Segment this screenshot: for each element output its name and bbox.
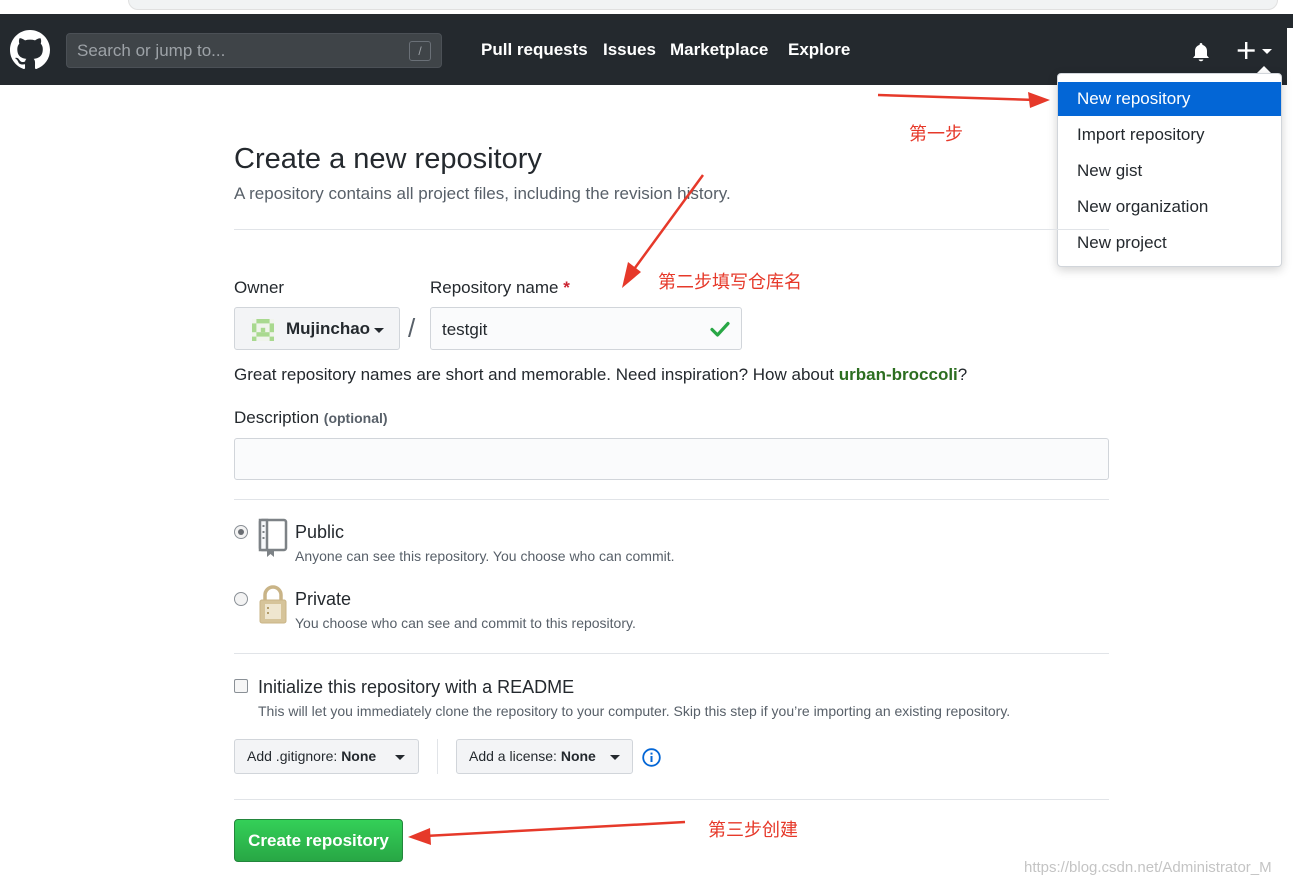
nav-explore[interactable]: Explore [788, 40, 850, 60]
description-label-text: Description [234, 408, 320, 427]
menu-item-new-gist[interactable]: New gist [1058, 154, 1281, 188]
check-icon [710, 321, 730, 337]
nav-marketplace[interactable]: Marketplace [670, 40, 768, 60]
menu-item-import-repository[interactable]: Import repository [1058, 118, 1281, 152]
name-hint-text: Great repository names are short and mem… [234, 365, 839, 384]
gitignore-value: None [341, 748, 377, 764]
public-repo-book-icon [258, 518, 288, 557]
menu-item-new-project[interactable]: New project [1058, 226, 1281, 260]
info-icon[interactable] [642, 748, 661, 767]
page-title: Create a new repository [234, 143, 542, 175]
readme-checkbox[interactable] [234, 679, 248, 693]
owner-avatar [252, 319, 274, 341]
watermark: https://blog.csdn.net/Administrator_M [1024, 859, 1272, 876]
description-label: Description (optional) [234, 408, 388, 428]
annotation-step-3: 第三步创建 [708, 820, 798, 841]
required-marker: * [563, 278, 570, 297]
optional-tag: (optional) [323, 410, 388, 426]
github-logo-icon[interactable] [10, 30, 50, 70]
private-radio[interactable] [234, 592, 248, 606]
create-repository-button[interactable]: Create repository [234, 819, 403, 862]
owner-select[interactable]: Mujinchao [234, 307, 400, 350]
select-divider [437, 739, 438, 774]
search-placeholder: Search or jump to... [77, 41, 226, 60]
create-new-menu: New repository Import repository New gis… [1057, 73, 1282, 267]
nav-pull-requests[interactable]: Pull requests [481, 40, 588, 60]
menu-item-new-organization[interactable]: New organization [1058, 190, 1281, 224]
license-select[interactable]: Add a license: None [456, 739, 633, 774]
divider [234, 229, 1109, 230]
menu-item-new-repository[interactable]: New repository [1058, 82, 1281, 116]
repository-name-input[interactable]: testgit [430, 307, 742, 350]
repository-name-value: testgit [442, 320, 488, 339]
license-value: None [560, 748, 596, 764]
private-description: You choose who can see and commit to thi… [295, 615, 636, 631]
window-edge [1287, 28, 1293, 99]
address-bar[interactable] [128, 0, 1278, 10]
page-subtitle: A repository contains all project files,… [234, 184, 731, 203]
name-suggestion-link[interactable]: urban-broccoli [839, 365, 958, 384]
annotation-arrow-step-3 [408, 820, 686, 845]
gitignore-select[interactable]: Add .gitignore: None [234, 739, 419, 774]
name-hint-suffix: ? [957, 365, 968, 384]
owner-name: Mujinchao [286, 319, 371, 338]
chevron-down-icon [374, 328, 384, 333]
public-description: Anyone can see this repository. You choo… [295, 548, 675, 564]
public-radio[interactable] [234, 525, 248, 539]
divider [234, 499, 1109, 500]
divider [234, 653, 1109, 654]
description-input[interactable] [234, 438, 1109, 480]
annotation-arrow-step-1 [877, 92, 1050, 108]
browser-strip [0, 0, 1293, 14]
lock-icon [259, 585, 287, 624]
chevron-down-icon [610, 755, 620, 760]
search-shortcut-badge: / [409, 41, 431, 61]
license-label: Add a license: [469, 748, 557, 764]
name-hint: Great repository names are short and mem… [234, 365, 967, 385]
nav-issues[interactable]: Issues [603, 40, 656, 60]
divider [234, 799, 1109, 800]
annotation-step-2: 第二步填写仓库名 [658, 272, 802, 293]
public-title: Public [295, 522, 345, 542]
owner-repo-separator: / [408, 313, 416, 343]
repository-name-label: Repository name * [430, 278, 570, 298]
readme-description: This will let you immediately clone the … [258, 703, 1011, 719]
bell-icon[interactable] [1190, 41, 1212, 63]
create-new-plus-icon[interactable] [1236, 39, 1274, 63]
annotation-step-1: 第一步 [909, 124, 963, 145]
gitignore-label: Add .gitignore: [247, 748, 338, 764]
repository-name-label-text: Repository name [430, 278, 559, 297]
owner-label: Owner [234, 278, 285, 297]
chevron-down-icon [395, 755, 405, 760]
search-input[interactable]: Search or jump to... / [66, 33, 442, 68]
readme-title: Initialize this repository with a README [258, 677, 575, 697]
private-title: Private [295, 589, 352, 609]
